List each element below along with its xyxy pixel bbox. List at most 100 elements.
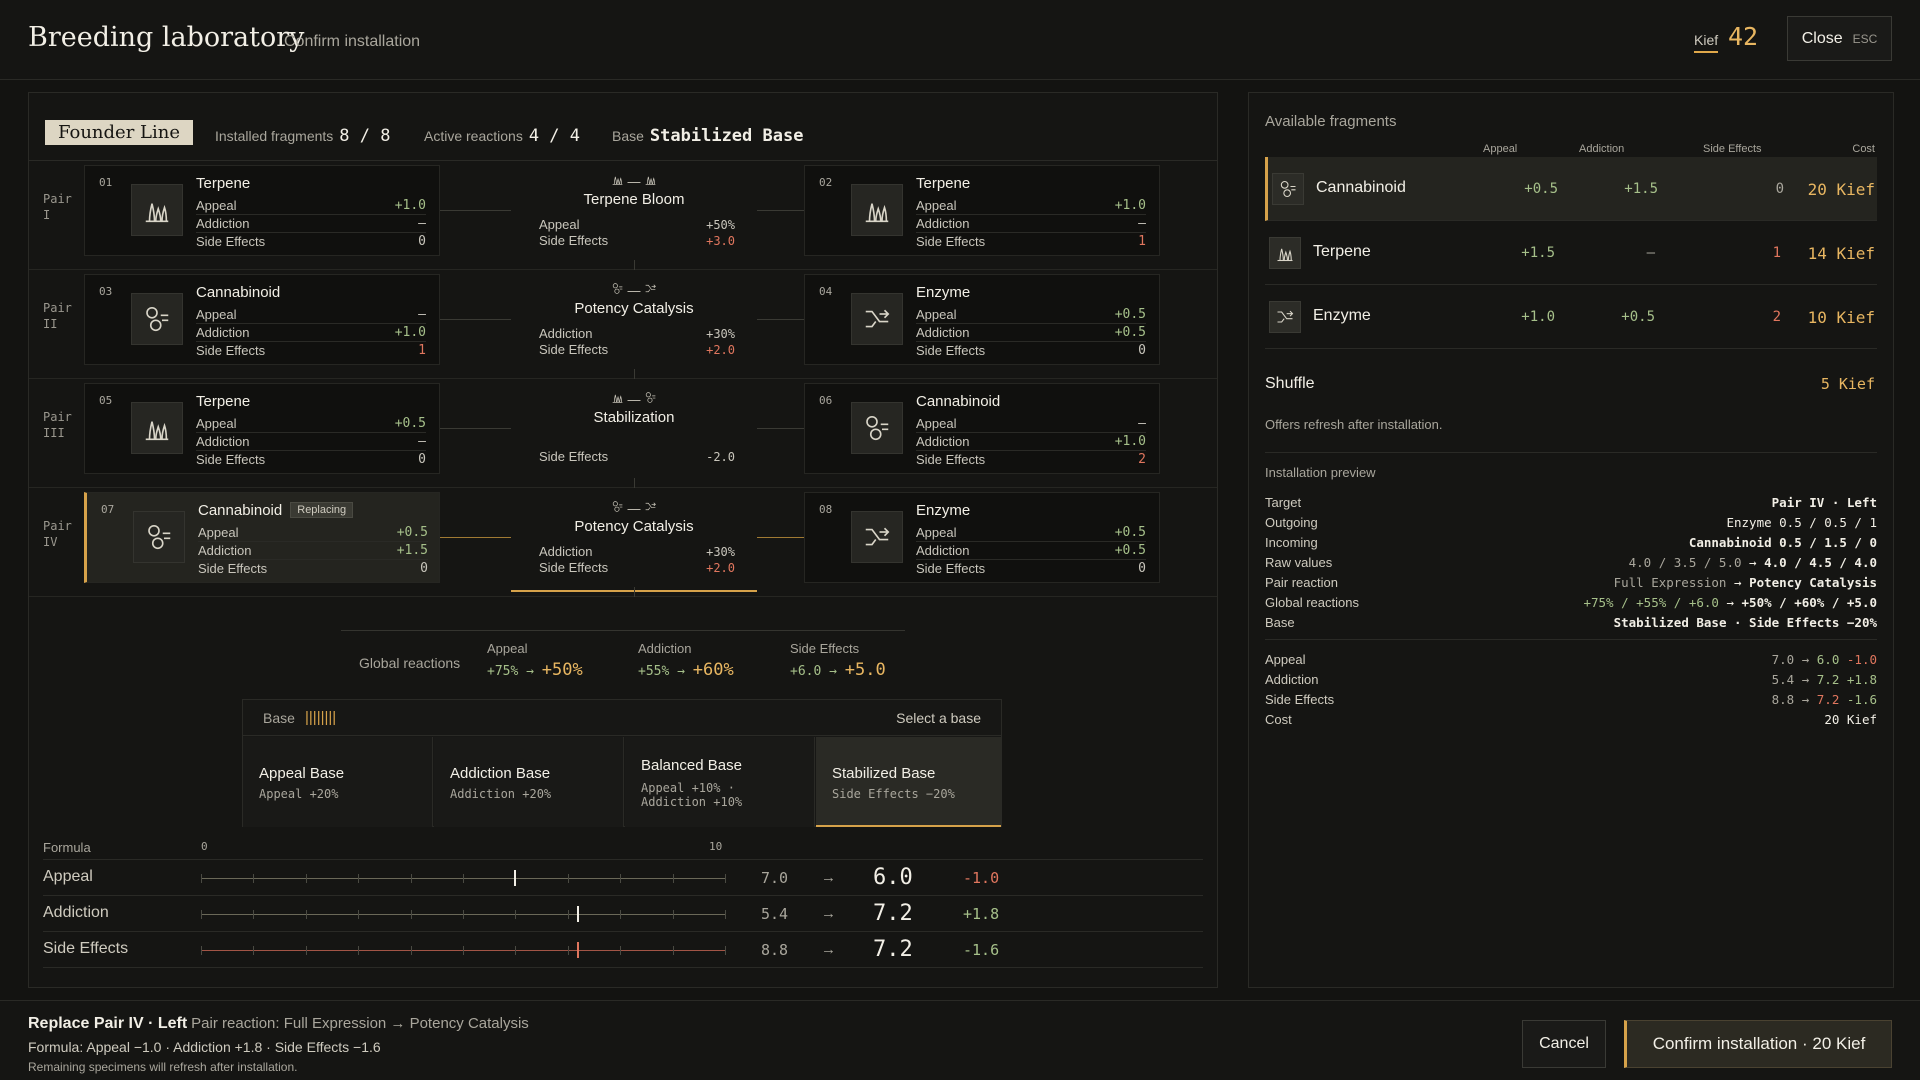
available-fragment-terpene[interactable]: Terpene +1.5 – 1 14 Kief xyxy=(1265,221,1877,285)
scale-tick xyxy=(463,874,464,883)
col-header-addiction: Addiction xyxy=(1579,143,1625,155)
reaction-stat: Addiction +30% xyxy=(539,544,735,560)
fragment-slot-04[interactable]: 04 Enzyme Appeal +0.5 Addiction +0.5 Side Effe… xyxy=(804,274,1160,365)
reaction-name: Stabilization xyxy=(593,409,675,426)
stat-value: 0 xyxy=(418,234,426,249)
shuffle-row[interactable]: Shuffle 5 Kief Offers refresh after inst… xyxy=(1265,361,1877,453)
formula-old-value: 7.0 xyxy=(761,869,789,887)
terpene-icon xyxy=(644,174,657,189)
scale-tick xyxy=(620,874,622,883)
fragment-stat: Addiction – xyxy=(196,433,426,451)
base-selector-label: Base xyxy=(263,710,295,726)
scale-tick xyxy=(672,910,674,919)
fragment-slot-01[interactable]: 01 Terpene Appeal +1.0 Addiction – Side Effect… xyxy=(84,165,440,256)
confirm-installation-button[interactable]: Confirm installation · 20 Kief xyxy=(1624,1020,1892,1068)
stat-label: Addiction xyxy=(196,434,250,449)
base-option-desc: Addiction +20% xyxy=(450,787,552,801)
stat-label: Side Effects xyxy=(196,234,266,249)
formula-header: Formula 0 10 xyxy=(43,838,1203,860)
fragment-slot-08[interactable]: 08 Enzyme Appeal +0.5 Addiction +0.5 Side Effe… xyxy=(804,492,1160,583)
stat-value: – xyxy=(418,216,426,231)
stat-value: – xyxy=(418,434,426,449)
arrow-icon: → xyxy=(1801,672,1810,687)
close-button[interactable]: Close ESC xyxy=(1787,16,1892,61)
scale-tick xyxy=(253,874,255,883)
fragment-name: Cannabinoid xyxy=(916,393,1000,410)
preview-side-effects: Side Effects 8.8 → 7.2 -1.6 xyxy=(1265,690,1877,710)
stat-value: 0 xyxy=(1138,343,1146,358)
base-selector: Base |||||||| Select a base Appeal Base … xyxy=(242,699,1002,827)
reaction-stat-label: Addiction xyxy=(539,544,593,559)
preview-to: 7.2 xyxy=(1816,692,1840,707)
fragment-slot-06[interactable]: 06 Cannabinoid Appeal – Addiction +1.0 Side Ef… xyxy=(804,383,1160,474)
reaction-stat-value: +2.0 xyxy=(706,343,735,357)
fragment-stats: Appeal +1.0 Addiction – Side Effects 0 xyxy=(196,197,426,251)
preview-from: 7.0 xyxy=(1771,652,1795,667)
fragment-side-effects: 1 xyxy=(1772,245,1781,261)
base-option-appeal[interactable]: Appeal Base Appeal +20% xyxy=(243,737,433,827)
fragment-slot-03[interactable]: 03 Cannabinoid Appeal – Addiction +1.0 Side Ef… xyxy=(84,274,440,365)
fragment-stat: Appeal +0.5 xyxy=(196,415,426,433)
stat-label: Appeal xyxy=(196,307,237,322)
global-addiction-to: +60% xyxy=(692,660,734,680)
active-reactions-stat: Active reactions 4 / 4 xyxy=(424,126,580,146)
global-appeal-label: Appeal xyxy=(487,641,528,656)
base-option-stabilized[interactable]: Stabilized Base Side Effects −20% xyxy=(816,737,1001,827)
fragment-cost: 10 Kief xyxy=(1807,308,1875,327)
arrow-icon: → xyxy=(821,941,836,958)
reaction-stat-label: Appeal xyxy=(539,217,580,232)
preview-key: Target xyxy=(1265,495,1302,510)
installed-label: Installed fragments xyxy=(215,128,334,144)
formula-marker xyxy=(514,870,517,886)
fragment-stat: Addiction – xyxy=(196,215,426,233)
cancel-button[interactable]: Cancel xyxy=(1522,1020,1606,1068)
fragment-name-text: Terpene xyxy=(916,175,971,192)
base-option-balanced[interactable]: Balanced Base Appeal +10% · Addiction +1… xyxy=(625,737,815,827)
pair-reaction: — Stabilization Side Effects -2.0 xyxy=(511,383,757,483)
fragment-stat: Appeal +1.0 xyxy=(916,197,1146,215)
stat-label: Addiction xyxy=(916,325,970,340)
stat-label: Side Effects xyxy=(196,343,266,358)
fragment-name-text: Cannabinoid xyxy=(198,502,283,519)
stat-value: – xyxy=(1138,416,1146,431)
shuffle-label: Shuffle xyxy=(1265,375,1315,392)
reaction-stat-value: -2.0 xyxy=(706,450,735,464)
reaction-stat-value: +30% xyxy=(706,545,735,559)
slot-number: 02 xyxy=(819,176,833,189)
stat-value: +0.5 xyxy=(1114,325,1146,340)
preview-key: Appeal xyxy=(1265,652,1306,667)
pair-row: Pair III 05 Terpene Appeal +0.5 Addiction – Sid… xyxy=(29,379,1217,488)
fragment-stat: Addiction +1.5 xyxy=(198,542,428,560)
available-fragment-enzyme[interactable]: Enzyme +1.0 +0.5 2 10 Kief xyxy=(1265,285,1877,349)
reaction-name: Potency Catalysis xyxy=(574,518,694,535)
preview-appeal: Appeal 7.0 → 6.0 -1.0 xyxy=(1265,650,1877,670)
scale-tick xyxy=(515,946,517,955)
fragment-name: Terpene xyxy=(196,393,250,410)
fragment-slot-07[interactable]: 07 Cannabinoid Replacing Appeal +0.5 Addictio… xyxy=(84,492,440,583)
formula-delta: -1.6 xyxy=(963,941,1000,959)
base-option-addiction[interactable]: Addiction Base Addiction +20% xyxy=(434,737,624,827)
vertical-connector xyxy=(634,260,635,270)
pair-label: Pair III xyxy=(43,410,72,440)
fragment-name: Cannabinoid Replacing xyxy=(198,502,354,519)
select-base-label: Select a base xyxy=(896,710,981,726)
fragment-name: Terpene xyxy=(1313,243,1371,260)
stat-value: +0.5 xyxy=(1114,307,1146,322)
fragment-name: Enzyme xyxy=(916,284,970,301)
installation-preview: Installation preview Target Pair IV · Lef… xyxy=(1265,465,1877,730)
slot-number: 08 xyxy=(819,503,833,516)
available-fragment-cannabinoid[interactable]: Cannabinoid +0.5 +1.5 0 20 Kief xyxy=(1265,157,1877,221)
stat-value: +0.5 xyxy=(394,416,426,431)
fragment-name: Enzyme xyxy=(1313,307,1371,324)
fragment-slot-02[interactable]: 02 Terpene Appeal +1.0 Addiction – Side Effect… xyxy=(804,165,1160,256)
fragment-stat: Appeal – xyxy=(916,415,1146,433)
scale-tick xyxy=(358,874,360,883)
reaction-inputs: — xyxy=(511,173,757,189)
reaction-stats: Addiction +30% Side Effects +2.0 xyxy=(539,544,735,576)
preview-global-from: +75% / +55% / +6.0 xyxy=(1583,595,1719,610)
fragment-slot-05[interactable]: 05 Terpene Appeal +0.5 Addiction – Side Effect… xyxy=(84,383,440,474)
preview-cost-value: 20 Kief xyxy=(1824,712,1877,727)
preview-raw-to: 4.0 / 4.5 / 4.0 xyxy=(1764,555,1877,570)
pair-connector xyxy=(757,537,804,538)
preview-key: Raw values xyxy=(1265,555,1333,570)
